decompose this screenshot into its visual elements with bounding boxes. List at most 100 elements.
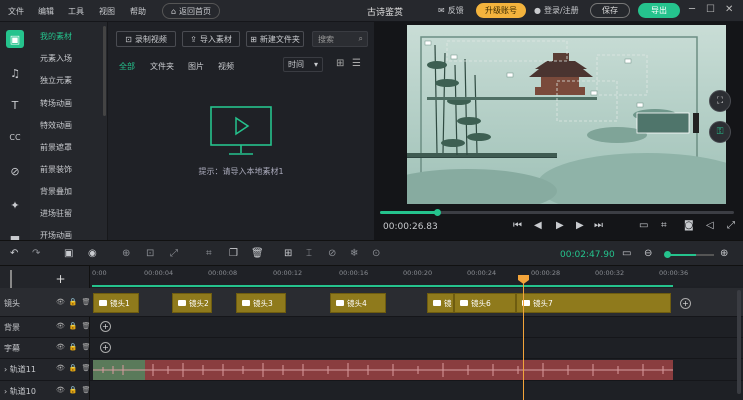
timeline-scrollbar[interactable] xyxy=(737,290,741,394)
category-item[interactable]: 背景叠加 xyxy=(40,186,72,197)
export-button[interactable]: 导出 xyxy=(638,3,680,18)
clip[interactable]: 镜头7 xyxy=(516,293,671,313)
step-back-icon[interactable]: ◀ xyxy=(534,220,542,231)
record-clip-icon[interactable]: ▣ xyxy=(64,248,73,259)
audio-clip[interactable] xyxy=(93,360,673,380)
zoom-slider-knob[interactable] xyxy=(664,251,671,258)
clip[interactable]: 镜头6 xyxy=(454,293,516,313)
track-controls-icons[interactable]: 👁🔒🗑 xyxy=(56,298,95,306)
tab-image[interactable]: 图片 xyxy=(188,61,204,72)
step-forward-icon[interactable]: ▶ xyxy=(576,220,584,231)
track-controls-icons[interactable]: 👁🔒🗑 xyxy=(56,386,95,394)
camera-icon[interactable]: ◙ xyxy=(684,220,694,231)
back-home-button[interactable]: ⌂ 返回首页 xyxy=(162,3,220,19)
category-scrollbar[interactable] xyxy=(103,26,106,116)
crop-tool-icon[interactable]: ⌗ xyxy=(206,248,212,259)
lock-ratio-button[interactable]: ⚿ xyxy=(709,121,731,143)
category-item[interactable]: 转场动画 xyxy=(40,98,72,109)
add-clip-icon[interactable]: + xyxy=(100,342,111,353)
fit-timeline-icon[interactable]: ▭ xyxy=(622,248,631,259)
add-track-icon[interactable]: + xyxy=(55,272,66,286)
clip[interactable]: 镜头2 xyxy=(172,293,212,313)
category-item[interactable]: 独立元素 xyxy=(40,75,72,86)
puzzle-icon[interactable]: ✦ xyxy=(6,196,24,214)
track-resize-handle[interactable] xyxy=(10,270,12,288)
maximize-icon[interactable]: ☐ xyxy=(706,4,715,15)
target-icon[interactable]: ⊕ xyxy=(122,248,130,259)
preview-canvas[interactable] xyxy=(407,25,726,204)
category-item[interactable]: 特效动画 xyxy=(40,120,72,131)
search-input[interactable]: 搜索 ⌕ xyxy=(312,31,368,47)
add-clip-icon[interactable]: + xyxy=(680,298,691,309)
left-icon-rail: ▣ ♫ T CC ⊘ ✦ ▬ xyxy=(0,22,30,244)
add-subtitle-icon[interactable]: ⊞ xyxy=(284,248,292,259)
track-controls-icons[interactable]: 👁🔒🗑 xyxy=(56,364,95,372)
category-item[interactable]: 进场驻留 xyxy=(40,208,72,219)
split-icon[interactable]: ⌶ xyxy=(306,248,312,259)
track-controls-icons[interactable]: 👁🔒🗑 xyxy=(56,322,95,330)
feedback-icon: ✉ xyxy=(438,6,445,15)
menu-view[interactable]: 视图 xyxy=(99,6,115,17)
tab-all[interactable]: 全部 xyxy=(119,61,135,72)
fit-screen-button[interactable]: ⛶ xyxy=(709,90,731,112)
zoom-out-icon[interactable]: ⊖ xyxy=(644,248,652,259)
resize-icon[interactable]: ⊡ xyxy=(146,248,154,259)
category-item[interactable]: 前景遮罩 xyxy=(40,142,72,153)
clip[interactable]: 镜 xyxy=(427,293,454,313)
music-icon[interactable]: ♫ xyxy=(6,64,24,82)
preview-progress-knob[interactable] xyxy=(434,209,441,216)
delete-icon[interactable]: 🗑 xyxy=(251,248,264,259)
menu-tools[interactable]: 工具 xyxy=(68,6,84,17)
category-item[interactable]: 前景装饰 xyxy=(40,164,72,175)
zoom-in-icon[interactable]: ⊕ xyxy=(720,248,728,259)
list-view-icon[interactable]: ☰ xyxy=(352,58,361,69)
clip[interactable]: 镜头4 xyxy=(330,293,386,313)
clip[interactable]: 镜头3 xyxy=(236,293,286,313)
sort-select[interactable]: 时间 ▾ xyxy=(283,57,323,72)
category-item[interactable]: 元素入场 xyxy=(40,53,72,64)
ruler-tick: 00:00:36 xyxy=(659,269,689,277)
subtitle-icon[interactable]: CC xyxy=(6,128,24,146)
import-media-button[interactable]: ⇪ 导入素材 xyxy=(182,31,240,47)
media-library-icon[interactable]: ▣ xyxy=(6,30,24,48)
new-folder-button[interactable]: ⊞ 新建文件夹 xyxy=(246,31,304,47)
voice-icon[interactable]: ◉ xyxy=(88,248,97,259)
video-icon xyxy=(433,300,441,306)
copy-icon[interactable]: ❐ xyxy=(229,248,238,259)
save-button[interactable]: 保存 xyxy=(590,3,630,18)
menu-help[interactable]: 帮助 xyxy=(130,6,146,17)
category-item-my-media[interactable]: 我的素材 xyxy=(40,31,72,42)
skip-back-icon[interactable]: ⏮ xyxy=(513,220,522,231)
volume-icon[interactable]: ◁ xyxy=(706,220,714,231)
fullscreen-toggle-icon[interactable]: ⤢ xyxy=(727,220,735,231)
speed-icon[interactable]: ⊙ xyxy=(372,248,380,259)
tab-video[interactable]: 视频 xyxy=(218,61,234,72)
work-area-bar[interactable] xyxy=(92,285,673,287)
redo-icon[interactable]: ↷ xyxy=(32,248,40,259)
add-clip-icon[interactable]: + xyxy=(100,321,111,332)
upgrade-account-button[interactable]: 升级账号 xyxy=(476,3,526,18)
screen-icon[interactable]: ▭ xyxy=(639,220,648,231)
track-controls-icons[interactable]: 👁🔒🗑 xyxy=(56,343,95,351)
minimize-icon[interactable]: ─ xyxy=(689,4,695,15)
clip[interactable]: 镜头1 xyxy=(93,293,139,313)
expand-icon[interactable]: ⤢ xyxy=(170,248,178,259)
login-button[interactable]: ● 登录/注册 xyxy=(534,5,579,16)
feedback-button[interactable]: ✉ 反馈 xyxy=(438,5,464,16)
close-icon[interactable]: ✕ xyxy=(725,4,733,15)
crop-icon[interactable]: ⌗ xyxy=(661,220,667,231)
tab-folder[interactable]: 文件夹 xyxy=(150,61,174,72)
filter-icon[interactable]: ⊘ xyxy=(6,162,24,180)
play-icon[interactable]: ▶ xyxy=(556,220,564,231)
text-icon[interactable]: T xyxy=(6,96,24,114)
grid-view-icon[interactable]: ⊞ xyxy=(336,58,344,69)
record-video-button[interactable]: ⊡ 录制视频 xyxy=(116,31,176,47)
freeze-icon[interactable]: ❄ xyxy=(350,248,358,259)
undo-icon[interactable]: ↶ xyxy=(10,248,18,259)
ruler-tick: 00:00:04 xyxy=(144,269,174,277)
mute-icon[interactable]: ⊘ xyxy=(328,248,336,259)
menu-file[interactable]: 文件 xyxy=(8,6,24,17)
skip-forward-icon[interactable]: ⏭ xyxy=(594,220,603,231)
menu-edit[interactable]: 编辑 xyxy=(38,6,54,17)
timeline-ruler[interactable]: 0:00 00:00:04 00:00:08 00:00:12 00:00:16… xyxy=(90,266,743,287)
